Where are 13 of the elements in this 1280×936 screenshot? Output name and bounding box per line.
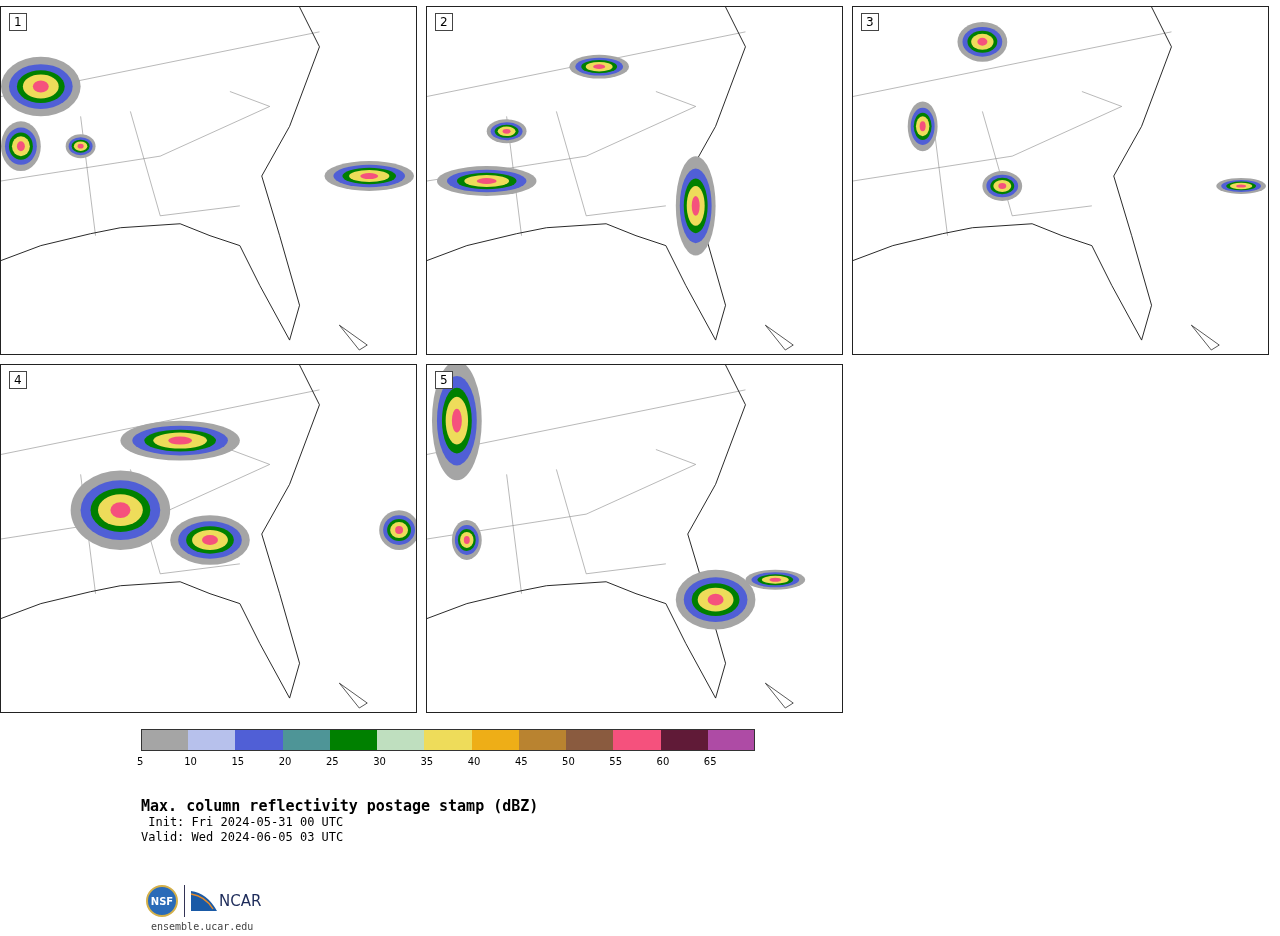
ncar-logo: NCAR (219, 892, 262, 910)
tick-label: 65 (703, 756, 718, 767)
chart-title: Max. column reflectivity postage stamp (dBZ) (141, 797, 540, 815)
panel-number: 5 (435, 371, 453, 389)
swoosh-icon (191, 891, 217, 911)
nsf-logo: NSF (146, 885, 178, 917)
init-time: Init: Fri 2024-05-31 00 UTC (147, 815, 345, 830)
site-url: ensemble.ucar.edu (151, 921, 255, 932)
panel-number: 3 (861, 13, 879, 31)
panel-number: 2 (435, 13, 453, 31)
panel-number: 4 (9, 371, 27, 389)
panel-number: 1 (9, 13, 27, 31)
valid-time: Valid: Wed 2024-06-05 03 UTC (141, 830, 345, 845)
